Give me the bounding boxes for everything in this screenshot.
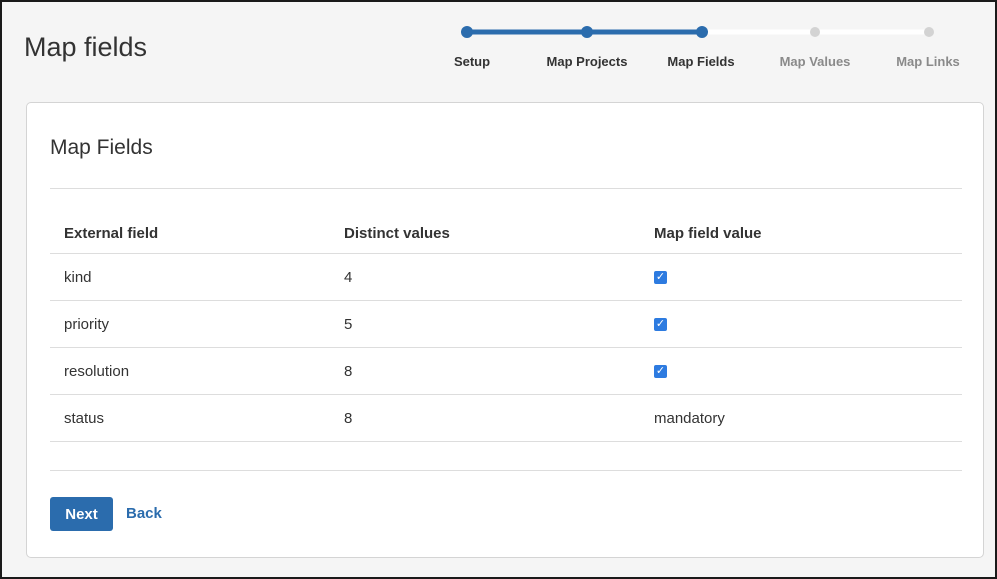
map-field-checkbox[interactable]: ✓ — [654, 365, 667, 379]
field-name: priority — [50, 300, 330, 348]
header-map-field-value: Map field value — [640, 213, 962, 254]
header-distinct-values: Distinct values — [330, 213, 640, 254]
step-dot-map-projects[interactable] — [581, 26, 593, 38]
table-row: resolution 8 ✓ — [50, 347, 962, 395]
card-title: Map Fields — [50, 136, 153, 159]
table-row: priority 5 ✓ — [50, 300, 962, 348]
step-dot-setup[interactable] — [461, 26, 473, 38]
page-title: Map fields — [24, 32, 148, 62]
step-dot-map-fields[interactable] — [696, 26, 708, 38]
step-dot-map-values — [810, 27, 820, 37]
fields-table: External field Distinct values Map field… — [50, 213, 962, 442]
title-divider — [50, 188, 962, 189]
map-field-mandatory-text: mandatory — [640, 394, 962, 442]
field-name: status — [50, 394, 330, 442]
back-link[interactable]: Back — [126, 505, 162, 522]
distinct-count: 8 — [330, 347, 640, 395]
map-field-checkbox[interactable]: ✓ — [654, 271, 667, 285]
step-dot-map-links — [924, 27, 934, 37]
map-field-cell: ✓ — [640, 347, 962, 395]
step-label-map-values: Map Values — [779, 54, 851, 69]
header-external-field: External field — [50, 213, 330, 254]
step-label-map-projects[interactable]: Map Projects — [547, 54, 628, 69]
step-label-setup[interactable]: Setup — [454, 54, 490, 69]
map-fields-card: Map Fields External field Distinct value… — [26, 102, 984, 558]
step-label-map-fields[interactable]: Map Fields — [667, 54, 734, 69]
distinct-count: 5 — [330, 300, 640, 348]
next-button[interactable]: Next — [50, 497, 113, 531]
table-header-row: External field Distinct values Map field… — [50, 213, 962, 254]
step-label-map-links: Map Links — [896, 54, 960, 69]
progress-stepper: Setup Map Projects Map Fields Map Values… — [432, 20, 972, 80]
field-name: kind — [50, 253, 330, 301]
table-row: status 8 mandatory — [50, 394, 962, 442]
table-row: kind 4 ✓ — [50, 253, 962, 301]
distinct-count: 4 — [330, 253, 640, 301]
footer-divider — [50, 470, 962, 471]
stepper-track — [461, 26, 934, 38]
map-field-cell: ✓ — [640, 300, 962, 348]
distinct-count: 8 — [330, 394, 640, 442]
map-field-cell: ✓ — [640, 253, 962, 301]
field-name: resolution — [50, 347, 330, 395]
map-field-checkbox[interactable]: ✓ — [654, 318, 667, 332]
